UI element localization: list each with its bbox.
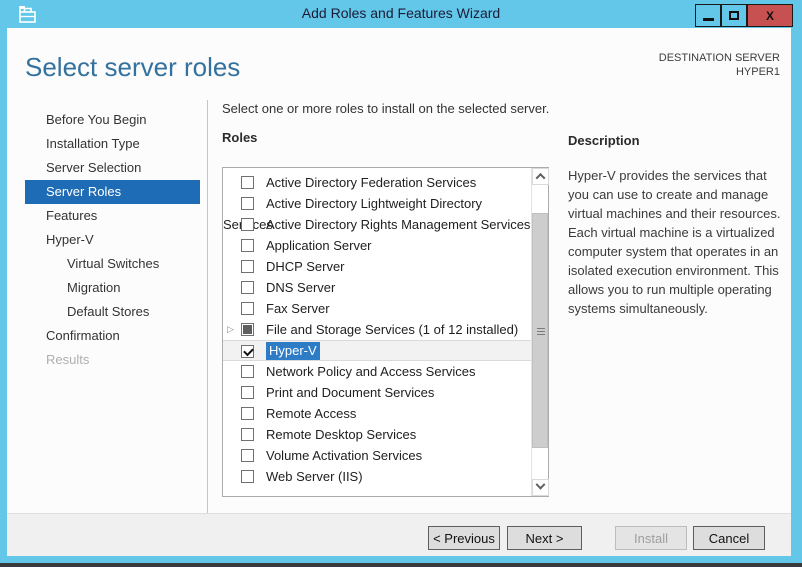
scroll-up-button[interactable] bbox=[532, 168, 549, 185]
checkbox-partial[interactable] bbox=[241, 323, 254, 336]
role-row-application-server[interactable]: Application Server bbox=[223, 235, 531, 256]
checkbox-unchecked[interactable] bbox=[241, 218, 254, 231]
role-row-active-directory-rights-management-services[interactable]: Active Directory Rights Management Servi… bbox=[223, 214, 531, 235]
maximize-icon bbox=[729, 11, 739, 20]
checkbox-unchecked[interactable] bbox=[241, 239, 254, 252]
checkbox-unchecked[interactable] bbox=[241, 428, 254, 441]
sidebar-item-server-roles[interactable]: Server Roles bbox=[25, 180, 200, 204]
role-label: Active Directory Federation Services bbox=[266, 175, 476, 190]
checkbox-unchecked[interactable] bbox=[241, 470, 254, 483]
role-row-dhcp-server[interactable]: DHCP Server bbox=[223, 256, 531, 277]
checkbox-unchecked[interactable] bbox=[241, 386, 254, 399]
description-panel: Description Hyper-V provides the service… bbox=[568, 133, 784, 318]
role-row-active-directory-lightweight-directory-services[interactable]: Active Directory Lightweight Directory S… bbox=[223, 193, 531, 214]
wizard-content: Select server roles DESTINATION SERVER H… bbox=[7, 28, 791, 513]
sidebar-divider bbox=[207, 100, 208, 513]
scrollbar-thumb[interactable] bbox=[532, 213, 548, 448]
scroll-down-button[interactable] bbox=[532, 479, 549, 496]
role-label: Print and Document Services bbox=[266, 385, 434, 400]
role-row-hyper-v[interactable]: Hyper-V bbox=[223, 340, 531, 361]
close-icon: X bbox=[766, 9, 774, 23]
destination-server-block: DESTINATION SERVER HYPER1 bbox=[659, 51, 780, 79]
role-label: Application Server bbox=[266, 238, 372, 253]
destination-server-name: HYPER1 bbox=[659, 65, 780, 79]
install-button: Install bbox=[615, 526, 687, 550]
role-label: Active Directory Rights Management Servi… bbox=[266, 217, 530, 232]
checkbox-unchecked[interactable] bbox=[241, 407, 254, 420]
description-text: Hyper-V provides the services that you c… bbox=[568, 166, 784, 318]
instruction-text: Select one or more roles to install on t… bbox=[222, 101, 549, 116]
minimize-button[interactable] bbox=[695, 4, 721, 27]
checkbox-unchecked[interactable] bbox=[241, 302, 254, 315]
role-label: Network Policy and Access Services bbox=[266, 364, 476, 379]
previous-button[interactable]: < Previous bbox=[428, 526, 500, 550]
role-label: Web Server (IIS) bbox=[266, 469, 363, 484]
sidebar-item-before-you-begin[interactable]: Before You Begin bbox=[7, 108, 207, 132]
checkbox-unchecked[interactable] bbox=[241, 197, 254, 210]
role-row-remote-desktop-services[interactable]: Remote Desktop Services bbox=[223, 424, 531, 445]
vertical-scrollbar[interactable] bbox=[531, 168, 548, 496]
sidebar-item-installation-type[interactable]: Installation Type bbox=[7, 132, 207, 156]
sidebar-item-default-stores[interactable]: Default Stores bbox=[7, 300, 207, 324]
role-row-web-server[interactable]: Web Server (IIS) bbox=[223, 466, 531, 487]
role-label: Volume Activation Services bbox=[266, 448, 422, 463]
sidebar-item-results: Results bbox=[7, 348, 207, 372]
checkbox-checked[interactable] bbox=[241, 345, 254, 358]
sidebar-item-confirmation[interactable]: Confirmation bbox=[7, 324, 207, 348]
role-row-volume-activation-services[interactable]: Volume Activation Services bbox=[223, 445, 531, 466]
sidebar-item-hyper-v[interactable]: Hyper-V bbox=[7, 228, 207, 252]
role-row-remote-access[interactable]: Remote Access bbox=[223, 403, 531, 424]
footer-bar: < Previous Next > Install Cancel bbox=[7, 513, 791, 556]
scrollbar-grip-icon bbox=[537, 328, 545, 335]
window-title: Add Roles and Features Wizard bbox=[0, 5, 802, 21]
destination-server-label: DESTINATION SERVER bbox=[659, 51, 780, 65]
roles-rows: Active Directory Federation Services Acti… bbox=[223, 172, 531, 487]
role-row-dns-server[interactable]: DNS Server bbox=[223, 277, 531, 298]
sidebar-item-features[interactable]: Features bbox=[7, 204, 207, 228]
role-label: File and Storage Services (1 of 12 insta… bbox=[266, 322, 518, 337]
maximize-button[interactable] bbox=[721, 4, 747, 27]
title-bar: Add Roles and Features Wizard X bbox=[0, 0, 802, 28]
sidebar-item-migration[interactable]: Migration bbox=[7, 276, 207, 300]
sidebar-item-virtual-switches[interactable]: Virtual Switches bbox=[7, 252, 207, 276]
role-label: DHCP Server bbox=[266, 259, 345, 274]
role-row-fax-server[interactable]: Fax Server bbox=[223, 298, 531, 319]
wizard-window: Add Roles and Features Wizard X Select s… bbox=[0, 0, 802, 567]
role-row-active-directory-federation-services[interactable]: Active Directory Federation Services bbox=[223, 172, 531, 193]
close-button[interactable]: X bbox=[747, 4, 793, 27]
roles-listbox: Active Directory Federation Services Acti… bbox=[222, 167, 549, 497]
role-label: Hyper-V bbox=[266, 342, 320, 360]
window-bottom-edge bbox=[0, 563, 802, 567]
description-heading: Description bbox=[568, 133, 784, 148]
checkbox-unchecked[interactable] bbox=[241, 281, 254, 294]
roles-list-label: Roles bbox=[222, 130, 257, 145]
checkbox-unchecked[interactable] bbox=[241, 260, 254, 273]
cancel-button[interactable]: Cancel bbox=[693, 526, 765, 550]
page-title: Select server roles bbox=[25, 52, 240, 83]
wizard-step-sidebar: Before You BeginInstallation TypeServer … bbox=[7, 108, 207, 372]
chevron-up-icon bbox=[536, 173, 546, 183]
checkbox-unchecked[interactable] bbox=[241, 449, 254, 462]
next-button[interactable]: Next > bbox=[507, 526, 582, 550]
role-label: Remote Desktop Services bbox=[266, 427, 416, 442]
minimize-icon bbox=[703, 18, 714, 21]
sidebar-item-server-selection[interactable]: Server Selection bbox=[7, 156, 207, 180]
role-label: Remote Access bbox=[266, 406, 356, 421]
role-row-print-and-document-services[interactable]: Print and Document Services bbox=[223, 382, 531, 403]
role-label: DNS Server bbox=[266, 280, 335, 295]
role-row-file-and-storage-services[interactable]: ▷ File and Storage Services (1 of 12 inst… bbox=[223, 319, 531, 340]
checkbox-unchecked[interactable] bbox=[241, 365, 254, 378]
role-row-network-policy-and-access-services[interactable]: Network Policy and Access Services bbox=[223, 361, 531, 382]
chevron-down-icon bbox=[536, 480, 546, 490]
expand-arrow-icon[interactable]: ▷ bbox=[227, 319, 234, 340]
checkbox-unchecked[interactable] bbox=[241, 176, 254, 189]
role-label: Fax Server bbox=[266, 301, 330, 316]
